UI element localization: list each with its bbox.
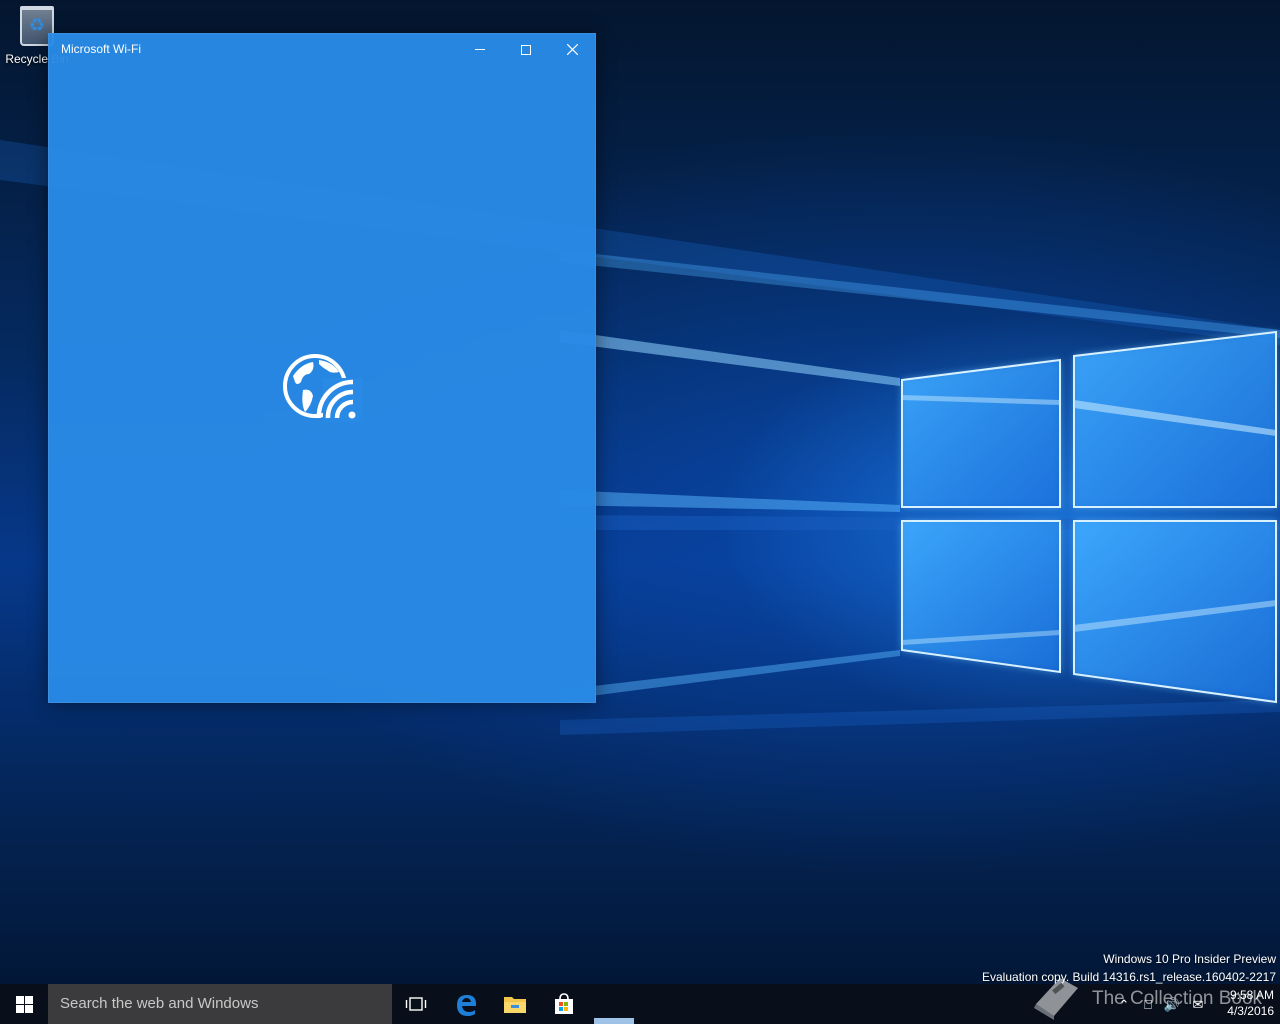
chevron-up-icon[interactable]: ⌃ bbox=[1114, 994, 1134, 1018]
clock-time: 9:58 AM bbox=[1229, 988, 1274, 1002]
edge-icon bbox=[457, 995, 476, 1016]
close-button[interactable] bbox=[549, 34, 595, 65]
book-icon bbox=[1034, 978, 1078, 1020]
search-box[interactable]: Search the web and Windows bbox=[48, 984, 392, 1024]
start-button[interactable] bbox=[0, 984, 48, 1024]
minimize-button[interactable] bbox=[457, 34, 503, 65]
title-bar[interactable]: Microsoft Wi-Fi bbox=[49, 34, 595, 65]
globe-wifi-icon bbox=[283, 354, 363, 422]
store-button[interactable] bbox=[540, 984, 588, 1024]
system-tray: ⌃ ⎕ 🔊 ✉ bbox=[1114, 994, 1224, 1018]
edge-button[interactable] bbox=[442, 984, 490, 1024]
network-icon[interactable]: ⎕ bbox=[1138, 994, 1158, 1018]
maximize-icon bbox=[521, 44, 531, 55]
volume-icon[interactable]: 🔊 bbox=[1162, 994, 1182, 1018]
close-icon bbox=[566, 44, 578, 55]
maximize-button[interactable] bbox=[503, 34, 549, 65]
search-placeholder: Search the web and Windows bbox=[60, 995, 259, 1012]
windows-start-icon bbox=[15, 995, 33, 1013]
active-app-indicator bbox=[594, 1018, 634, 1024]
file-explorer-icon bbox=[504, 997, 526, 1013]
action-center-icon[interactable]: ✉ bbox=[1188, 994, 1208, 1018]
file-explorer-button[interactable] bbox=[491, 984, 539, 1024]
task-view-icon bbox=[405, 997, 427, 1011]
watermark-edition: Windows 10 Pro Insider Preview bbox=[1103, 952, 1276, 966]
microsoft-wifi-window[interactable]: Microsoft Wi-Fi bbox=[48, 33, 596, 703]
window-title: Microsoft Wi-Fi bbox=[61, 42, 141, 56]
store-icon bbox=[555, 993, 573, 1014]
taskbar-clock[interactable]: 9:58 AM 4/3/2016 bbox=[1227, 987, 1274, 1019]
desktop: Recycle Bin Microsoft Wi-Fi bbox=[0, 0, 1280, 1024]
clock-date: 4/3/2016 bbox=[1227, 1004, 1274, 1018]
minimize-icon bbox=[475, 49, 485, 50]
task-view-button[interactable] bbox=[392, 984, 440, 1024]
